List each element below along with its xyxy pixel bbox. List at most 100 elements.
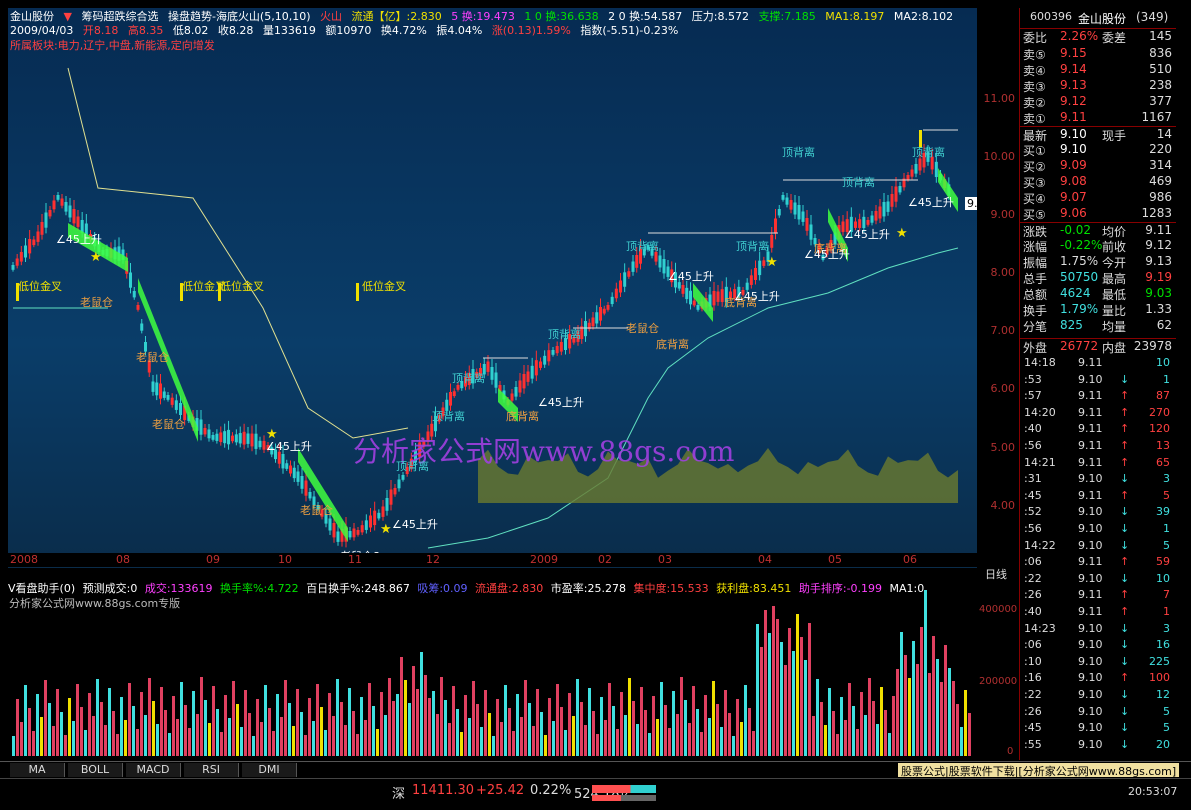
candle-body — [64, 202, 68, 212]
volume-bar — [40, 717, 43, 756]
candle-body — [285, 463, 289, 469]
volume-bar — [908, 678, 911, 756]
arrow-down-icon: ↓ — [1120, 688, 1130, 701]
tick-volume: 5 — [1163, 538, 1170, 552]
volume-bar — [196, 714, 199, 756]
arrow-up-icon: ↑ — [1120, 422, 1130, 436]
volume-bar — [616, 729, 619, 756]
star-icon: ★ — [90, 250, 102, 265]
stat-value-2: 9.12 — [1145, 238, 1172, 252]
tick-row: :16 9.10 ↑ 100 — [1020, 671, 1176, 687]
volume-bar — [904, 655, 907, 756]
ask-volume: 1167 — [1141, 110, 1172, 124]
volume-bar — [940, 682, 943, 756]
volume-bar — [360, 697, 363, 756]
stat-row: 涨幅 -0.22% 前收 9.12 — [1020, 238, 1176, 254]
tab-ma[interactable]: MA — [10, 763, 65, 777]
candle-body — [785, 197, 789, 205]
volume-bar — [900, 632, 903, 756]
tick-price: 9.10 — [1078, 688, 1103, 701]
candle-body — [494, 372, 498, 388]
candle-body — [360, 525, 364, 533]
bar-change: 涨(0.13)1.59% — [491, 24, 571, 37]
volume-bar — [176, 719, 179, 756]
candle-body — [518, 380, 522, 393]
volume-bar — [452, 686, 455, 756]
volume-bar — [672, 691, 675, 756]
volume-bar — [628, 678, 631, 756]
volume-bar — [632, 701, 635, 756]
volume-bar — [28, 708, 31, 756]
tick-time: 14:20 — [1024, 405, 1056, 419]
volume-bar — [848, 683, 851, 756]
tick-volume: 16 — [1156, 638, 1170, 652]
volume-bar — [32, 731, 35, 756]
candle-body — [662, 259, 666, 274]
volume-bar — [100, 702, 103, 756]
volume-bar — [368, 683, 371, 756]
vol-axis-200k: 200000 — [979, 676, 1018, 687]
tab-boll[interactable]: BOLL — [68, 763, 123, 777]
candle-body — [658, 255, 662, 268]
tab-dmi[interactable]: DMI — [242, 763, 297, 777]
volume-bar — [856, 729, 859, 756]
volume-bar — [384, 715, 387, 756]
stat-label: 换手 — [1023, 304, 1048, 318]
chart-signal-label: 低位金叉 — [220, 280, 264, 293]
volume-bar — [68, 698, 71, 756]
candle-body — [906, 175, 910, 180]
tick-time: :22 — [1024, 688, 1042, 701]
tab-rsi[interactable]: RSI — [184, 763, 239, 777]
volume-bar — [252, 736, 255, 756]
candle-body — [452, 391, 456, 397]
candle-body — [805, 218, 809, 231]
candle-body — [401, 475, 405, 480]
volume-bar — [652, 696, 655, 756]
promo-link[interactable]: 股票公式|股票软件下载|[分析家公式网www.88gs.com] — [898, 763, 1180, 778]
tick-row: 14:23 9.10 ↓ 3 — [1020, 622, 1176, 638]
outer-label: 外盘 — [1023, 341, 1048, 355]
bid-label: 买⑤ — [1023, 208, 1046, 222]
ask-volume: 238 — [1149, 78, 1172, 92]
volume-bar — [820, 702, 823, 756]
volume-bar — [636, 724, 639, 756]
volume-bar — [504, 685, 507, 756]
volume-bar — [756, 624, 759, 756]
bid-volume: 314 — [1149, 158, 1172, 172]
volume-bar — [332, 716, 335, 756]
candle-body — [681, 285, 685, 294]
chart-signal-label: ∠45上升 — [844, 228, 890, 241]
volume-bar — [116, 734, 119, 756]
volume-bar — [416, 689, 419, 756]
chart-signal-label: 老鼠仓 — [300, 504, 333, 517]
candle-body — [631, 261, 635, 272]
volume-bar — [428, 698, 431, 756]
tick-price: 9.11 — [1078, 405, 1103, 419]
candle-body — [56, 195, 60, 200]
chart-signal-label: 老鼠仓 — [80, 296, 113, 309]
volume-bar — [160, 687, 163, 756]
chart-signal-label: 底背离 — [656, 338, 689, 351]
indicator-tabs: MA BOLL MACD RSI DMI 股票公式|股票软件下载|[分析家公式网… — [0, 761, 1191, 778]
bid-volume: 220 — [1149, 142, 1172, 156]
candle-body — [254, 433, 258, 449]
volume-bar — [852, 706, 855, 756]
tick-time: :55 — [1024, 737, 1042, 751]
candle-body — [32, 239, 36, 246]
volume-bar — [124, 720, 127, 756]
volume-bar — [244, 690, 247, 756]
candle-body — [60, 198, 64, 206]
volume-bar — [272, 731, 275, 756]
candle-body — [793, 202, 797, 215]
arrow-down-icon: ↓ — [1120, 571, 1130, 585]
volume-bar — [916, 664, 919, 756]
tab-macd[interactable]: MACD — [126, 763, 181, 777]
volume-bar — [716, 704, 719, 756]
tick-time: :45 — [1024, 488, 1042, 502]
volume-bar — [48, 703, 51, 756]
volume-bar — [568, 693, 571, 756]
volume-bar — [208, 723, 211, 756]
kline-chart[interactable]: ★ ★ ★ ★ ★ 金山股份 ▼ 筹码超跌综合选 操盘趋势-海底火山(5,10,10) … — [8, 8, 977, 568]
tick-volume: 225 — [1149, 654, 1170, 668]
volume-bar — [832, 711, 835, 756]
